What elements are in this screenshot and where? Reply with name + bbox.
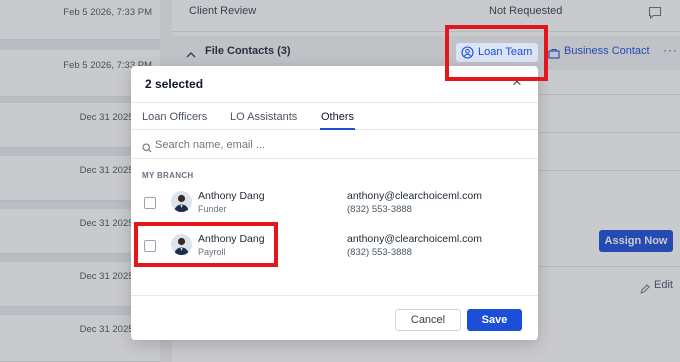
tab-loan-officers[interactable]: Loan Officers — [142, 111, 207, 123]
contact-phone: (832) 553-3888 — [347, 204, 412, 215]
tab-lo-assistants[interactable]: LO Assistants — [230, 111, 297, 123]
contact-name: Anthony Dang — [198, 190, 265, 202]
contact-email: anthony@clearchoiceml.com — [347, 190, 482, 202]
cancel-button[interactable]: Cancel — [395, 309, 461, 331]
contact-checkbox[interactable] — [144, 197, 156, 209]
select-contacts-modal: 2 selected × Loan Officers LO Assistants… — [131, 66, 538, 340]
search-input[interactable] — [155, 136, 525, 153]
search-bar[interactable] — [131, 130, 538, 159]
tab-others[interactable]: Others — [321, 111, 354, 123]
contact-email: anthony@clearchoiceml.com — [347, 233, 482, 245]
highlight-box — [445, 25, 548, 81]
modal-title: 2 selected — [145, 77, 204, 91]
search-icon — [142, 140, 152, 158]
contact-phone: (832) 553-3888 — [347, 247, 412, 258]
section-label: MY BRANCH — [142, 171, 194, 180]
modal-footer: Cancel Save — [131, 295, 538, 340]
avatar — [171, 191, 192, 212]
highlight-box — [134, 222, 278, 267]
save-button[interactable]: Save — [467, 309, 522, 331]
contact-type-tabs: Loan Officers LO Assistants Others — [131, 102, 538, 130]
contact-role: Funder — [198, 204, 227, 214]
contact-row[interactable]: Anthony Dang Funder anthony@clearchoicem… — [131, 186, 538, 222]
